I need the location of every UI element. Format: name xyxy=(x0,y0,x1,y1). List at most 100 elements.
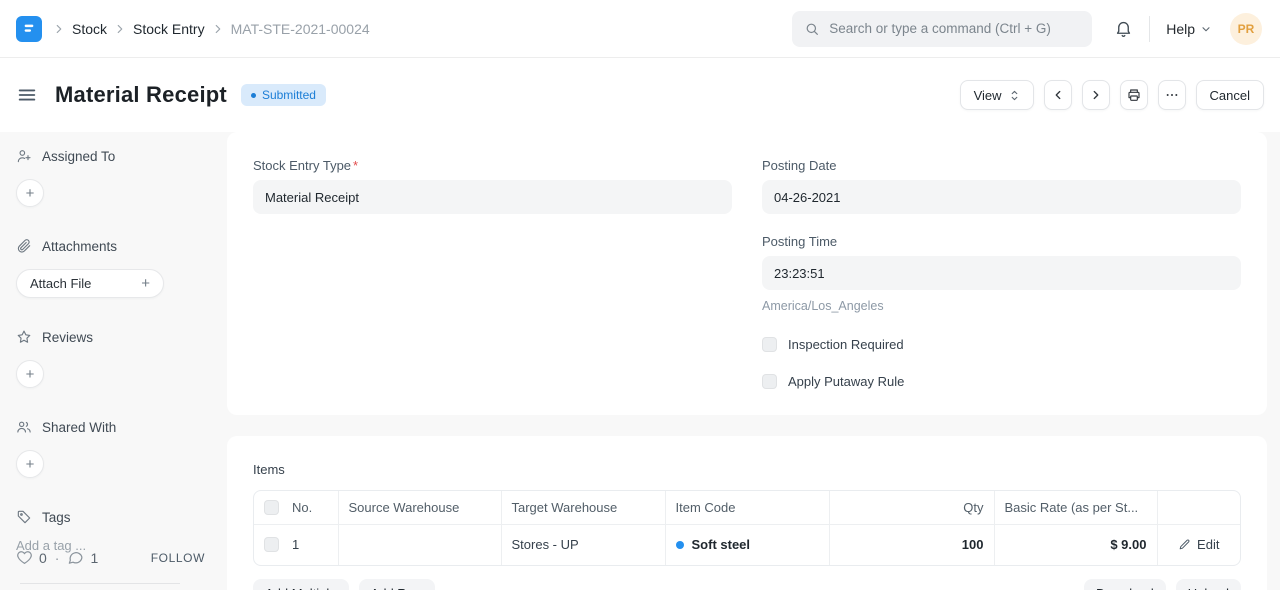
add-share-button[interactable]: + xyxy=(16,450,44,478)
chevron-left-icon xyxy=(1051,88,1065,102)
reviews-section: Reviews + xyxy=(16,329,211,388)
app-logo-icon[interactable] xyxy=(16,16,42,42)
apply-putaway-rule-checkbox[interactable] xyxy=(762,374,777,389)
view-button[interactable]: View xyxy=(960,80,1034,110)
posting-date-label: Posting Date xyxy=(762,158,1241,173)
print-button[interactable] xyxy=(1120,80,1148,110)
search-input[interactable] xyxy=(829,21,1080,36)
attachments-label: Attachments xyxy=(42,239,117,254)
separator-dot: · xyxy=(55,550,60,566)
col-edit xyxy=(1157,491,1240,524)
chevron-right-icon xyxy=(52,22,66,36)
posting-time-input[interactable]: 23:23:51 xyxy=(762,256,1241,290)
add-multiple-button[interactable]: Add Multiple xyxy=(253,579,349,590)
shared-with-heading: Shared With xyxy=(16,419,211,435)
likes[interactable]: 0 xyxy=(16,549,47,566)
cancel-button[interactable]: Cancel xyxy=(1196,80,1264,110)
form-column-right: Posting Date 04-26-2021 Posting Time 23:… xyxy=(762,158,1241,389)
more-options-button[interactable] xyxy=(1158,80,1186,110)
breadcrumb-stock[interactable]: Stock xyxy=(72,21,107,37)
col-qty: Qty xyxy=(829,491,994,524)
items-grid-footer: Add Multiple Add Row Download Upload xyxy=(253,579,1241,590)
shared-with-section: Shared With + xyxy=(16,419,211,478)
plus-icon: + xyxy=(141,275,150,292)
stock-entry-type-input[interactable]: Material Receipt xyxy=(253,180,732,214)
items-row-1: 1 Stores - UP Soft steel 100 $ 9.00 xyxy=(254,524,1240,565)
assigned-to-label: Assigned To xyxy=(42,149,115,164)
prev-document-button[interactable] xyxy=(1044,80,1072,110)
navbar: Stock Stock Entry MAT-STE-2021-00024 Hel… xyxy=(0,0,1280,58)
add-row-button[interactable]: Add Row xyxy=(359,579,436,590)
chevron-down-icon xyxy=(1200,23,1212,35)
comments[interactable]: 1 xyxy=(67,549,98,566)
paperclip-icon xyxy=(16,238,32,254)
breadcrumb-current-doc[interactable]: MAT-STE-2021-00024 xyxy=(231,21,370,37)
user-plus-icon xyxy=(16,148,32,164)
item-status-dot-icon xyxy=(676,541,684,549)
select-all-checkbox[interactable] xyxy=(264,500,279,515)
follow-button[interactable]: FOLLOW xyxy=(151,551,205,565)
download-button[interactable]: Download xyxy=(1084,579,1166,590)
select-caret-icon xyxy=(1009,89,1020,102)
item-code-cell[interactable]: Soft steel xyxy=(665,524,829,565)
attachments-heading: Attachments xyxy=(16,238,211,254)
attachments-section: Attachments Attach File + xyxy=(16,238,211,298)
items-card: Items No. Source Warehouse Target Wareho… xyxy=(227,436,1267,590)
upload-button[interactable]: Upload xyxy=(1176,579,1241,590)
inspection-required-label: Inspection Required xyxy=(788,337,904,352)
likes-count: 0 xyxy=(39,550,47,566)
inspection-required-checkbox[interactable] xyxy=(762,337,777,352)
printer-icon xyxy=(1126,87,1142,103)
heart-icon xyxy=(16,549,33,566)
apply-putaway-rule-checkbox-row[interactable]: Apply Putaway Rule xyxy=(762,374,1241,389)
posting-time-field: Posting Time 23:23:51 America/Los_Angele… xyxy=(762,234,1241,313)
status-badge: Submitted xyxy=(241,84,326,106)
ellipsis-icon xyxy=(1164,87,1180,103)
notifications-bell-icon[interactable] xyxy=(1114,19,1133,38)
assigned-to-heading: Assigned To xyxy=(16,148,211,164)
inspection-required-checkbox-row[interactable]: Inspection Required xyxy=(762,337,1241,352)
tag-icon xyxy=(16,509,32,525)
basic-rate-cell[interactable]: $ 9.00 xyxy=(994,524,1157,565)
next-document-button[interactable] xyxy=(1082,80,1110,110)
row-checkbox[interactable] xyxy=(264,537,279,552)
attach-file-button[interactable]: Attach File + xyxy=(16,269,164,298)
sidebar-toggle-menu-icon[interactable] xyxy=(16,84,38,106)
help-label: Help xyxy=(1166,21,1195,37)
posting-date-input[interactable]: 04-26-2021 xyxy=(762,180,1241,214)
target-warehouse-cell[interactable]: Stores - UP xyxy=(501,524,665,565)
help-menu[interactable]: Help xyxy=(1166,21,1212,37)
posting-time-label: Posting Time xyxy=(762,234,1241,249)
status-dot-icon xyxy=(251,93,256,98)
sidebar-divider xyxy=(20,583,180,584)
col-target-warehouse: Target Warehouse xyxy=(501,491,665,524)
items-grid: No. Source Warehouse Target Warehouse It… xyxy=(253,490,1241,566)
add-assignment-button[interactable]: + xyxy=(16,179,44,207)
qty-cell[interactable]: 100 xyxy=(829,524,994,565)
col-source-warehouse: Source Warehouse xyxy=(338,491,501,524)
reviews-heading: Reviews xyxy=(16,329,211,345)
add-review-button[interactable]: + xyxy=(16,360,44,388)
global-search[interactable] xyxy=(792,11,1092,47)
source-warehouse-cell[interactable] xyxy=(338,524,501,565)
row-number: 1 xyxy=(292,537,299,552)
breadcrumb: Stock Stock Entry MAT-STE-2021-00024 xyxy=(52,21,370,37)
stock-entry-type-label: Stock Entry Type* xyxy=(253,158,732,173)
star-icon xyxy=(16,329,32,345)
body: Assigned To + Attachments Attach File + … xyxy=(0,132,1280,590)
form-grid: Stock Entry Type* Material Receipt Posti… xyxy=(253,158,1241,389)
page-actions: View Cancel xyxy=(960,80,1264,110)
form-main: Stock Entry Type* Material Receipt Posti… xyxy=(227,132,1267,590)
edit-row-button[interactable]: Edit xyxy=(1168,537,1231,552)
breadcrumb-stock-entry[interactable]: Stock Entry xyxy=(133,21,205,37)
chevron-right-icon xyxy=(113,22,127,36)
tags-section: Tags Add a tag ... xyxy=(16,509,211,553)
users-icon xyxy=(16,419,32,435)
form-sidebar: Assigned To + Attachments Attach File + … xyxy=(0,132,227,590)
details-card: Stock Entry Type* Material Receipt Posti… xyxy=(227,132,1267,415)
comment-icon xyxy=(67,549,84,566)
col-item-code: Item Code xyxy=(665,491,829,524)
user-avatar[interactable]: PR xyxy=(1230,13,1262,45)
view-button-label: View xyxy=(974,88,1002,103)
field-label-text: Stock Entry Type xyxy=(253,158,351,173)
